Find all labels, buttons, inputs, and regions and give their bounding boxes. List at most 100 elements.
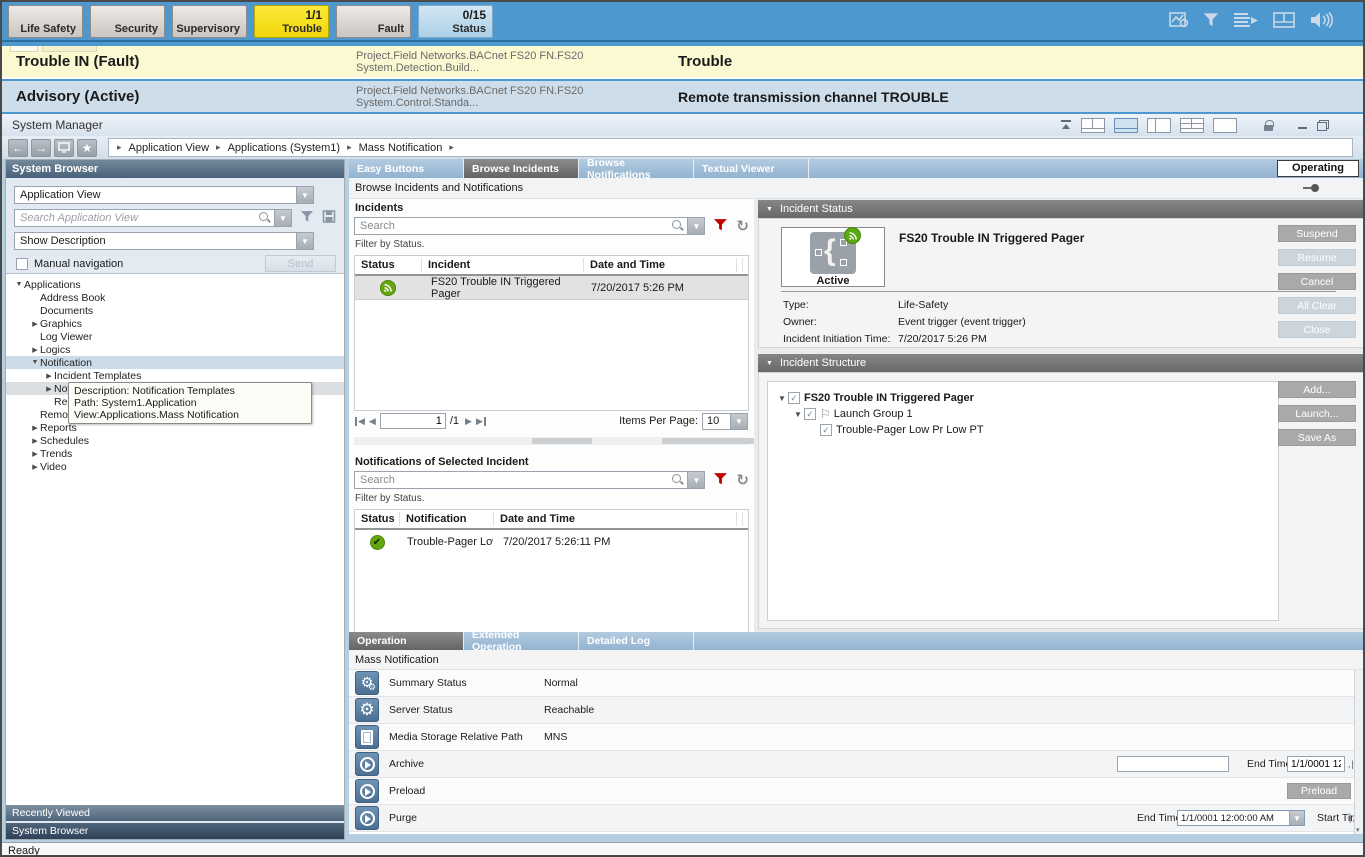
all-clear-button[interactable]: All Clear [1278,297,1356,314]
filter-icon[interactable] [1203,12,1219,28]
launch-button[interactable]: Launch... [1278,405,1356,422]
security-button[interactable]: Security [90,5,165,38]
structure-leaf-item[interactable]: ✓ Trouble-Pager Low Pr Low PT [768,422,1278,438]
collapse-icon[interactable]: ▼ [14,281,24,288]
tab-browse-notifications[interactable]: Browse Notifications [579,159,694,178]
server-status-row[interactable]: ⚙ Server Status Reachable [349,697,1365,724]
filter-icon[interactable] [713,472,728,489]
archive-row[interactable]: Archive End Time ,|, [349,751,1365,778]
save-icon[interactable] [322,210,336,226]
tab-textual-viewer[interactable]: Textual Viewer [694,159,809,178]
chevron-down-icon[interactable]: ▼ [1289,811,1304,825]
forward-button[interactable]: → [31,139,51,157]
breadcrumb-application-view[interactable]: Application View [129,142,210,154]
first-page-icon[interactable]: ◀ [355,416,365,427]
tree-item-notification[interactable]: ▼Notification [6,356,344,369]
tab-extended-operation[interactable]: Extended Operation [464,632,579,650]
collapse-icon[interactable]: ▼ [766,206,773,213]
back-button[interactable]: ← [8,139,28,157]
suspend-button[interactable]: Suspend [1278,225,1356,242]
tree-item-applications[interactable]: ▼Applications [6,278,344,291]
event-row-trouble[interactable]: Trouble IN (Fault) Project.Field Network… [2,46,1363,79]
tab-detailed-log[interactable]: Detailed Log [579,632,694,650]
life-safety-button[interactable]: Life Safety [8,5,83,38]
chevron-down-icon[interactable]: ▼ [687,218,704,234]
notification-row[interactable]: ✔ Trouble-Pager Low Pr 7/20/2017 5:26:11… [355,530,748,554]
incidents-page-input[interactable] [380,413,446,429]
cancel-button[interactable]: Cancel [1278,273,1356,290]
expand-icon[interactable]: ▶ [44,372,54,380]
prev-page-icon[interactable]: ◀ [369,416,376,427]
speaker-icon[interactable] [1309,11,1333,29]
save-as-button[interactable]: Save As [1278,429,1356,446]
layout-icon[interactable] [1273,12,1295,28]
expand-icon[interactable]: ▶ [30,424,40,432]
media-storage-row[interactable]: Media Storage Relative Path MNS [349,724,1365,751]
history-button[interactable] [54,139,74,157]
manual-navigation-checkbox[interactable] [16,258,28,270]
event-row-advisory[interactable]: Advisory (Active) Project.Field Networks… [2,81,1363,112]
checkbox-checked[interactable]: ✓ [804,408,816,420]
incident-status-header[interactable]: ▼Incident Status [758,200,1365,218]
tree-item-incident-templates[interactable]: ▶Incident Templates [6,369,344,382]
layout-preset-3-icon[interactable] [1147,118,1171,133]
minimize-icon[interactable] [1298,120,1308,130]
collapse-icon[interactable]: ▼ [766,360,773,367]
expand-icon[interactable]: ▶ [30,437,40,445]
filter-icon[interactable] [300,210,314,226]
expand-icon[interactable]: ▶ [44,385,54,393]
tree-item-address-book[interactable]: Address Book [6,291,344,304]
system-browser-bar[interactable]: System Browser [6,823,344,839]
incident-structure-header[interactable]: ▼Incident Structure [758,354,1365,372]
column-notification[interactable]: Notification [399,512,493,526]
operating-mode-button[interactable]: Operating [1277,160,1359,177]
tree-item-documents[interactable]: Documents [6,304,344,317]
next-page-icon[interactable]: ▶ [465,416,472,427]
pin-icon[interactable] [1303,184,1319,192]
refresh-icon[interactable]: ↻ [736,473,749,487]
collapse-pane-icon[interactable] [1060,119,1072,131]
layout-preset-4-icon[interactable] [1180,118,1204,133]
chevron-down-icon[interactable]: ▼ [296,233,313,249]
tree-item-video[interactable]: ▶Video [6,460,344,473]
lock-layout-icon[interactable] [1264,120,1273,131]
layout-preset-2-icon[interactable] [1114,118,1138,133]
restore-icon[interactable] [1317,120,1329,131]
breadcrumb-applications[interactable]: Applications (System1) [228,142,341,154]
trend-chart-icon[interactable] [1169,11,1189,29]
tree-item-graphics[interactable]: ▶Graphics [6,317,344,330]
status-button[interactable]: 0/15 Status [418,5,493,38]
preload-row[interactable]: Preload Preload [349,778,1365,805]
chevron-down-icon[interactable]: ▼ [687,472,704,488]
system-browser-header[interactable]: System Browser [6,160,344,178]
column-date-time[interactable]: Date and Time [493,512,643,526]
purge-end-time-select[interactable]: 1/1/0001 12:00:00 AM ▼ [1177,810,1305,826]
refresh-icon[interactable]: ↻ [736,219,749,233]
event-list-icon[interactable] [1233,12,1259,28]
supervisory-button[interactable]: Supervisory [172,5,247,38]
column-status[interactable]: Status [355,512,399,526]
close-button[interactable]: Close [1278,321,1356,338]
vertical-scrollbar[interactable] [1354,670,1363,834]
preload-button[interactable]: Preload [1287,783,1351,799]
chevron-down-icon[interactable]: ▼ [730,414,747,429]
search-icon[interactable] [258,211,272,225]
structure-root-item[interactable]: ▼ ✓ FS20 Trouble IN Triggered Pager [768,390,1278,406]
column-date-time[interactable]: Date and Time [583,258,731,272]
archive-end-time-input[interactable] [1287,756,1345,772]
expand-icon[interactable]: ▶ [30,320,40,328]
incident-row[interactable]: FS20 Trouble IN Triggered Pager 7/20/201… [355,276,748,300]
description-selector[interactable]: Show Description ▼ [14,232,314,250]
collapse-icon[interactable]: ▼ [30,359,40,366]
collapse-icon[interactable]: ▼ [792,410,804,419]
chevron-down-icon[interactable]: ▼ [274,210,291,226]
incidents-search-input[interactable] [355,220,671,232]
search-icon[interactable] [671,219,685,233]
archive-parameter-input[interactable] [1117,756,1229,772]
purge-row[interactable]: Purge End Time 1/1/0001 12:00:00 AM ▼ St… [349,805,1365,832]
last-page-icon[interactable]: ▶ [476,416,486,427]
expand-icon[interactable]: ▶ [30,463,40,471]
checkbox-checked[interactable]: ✓ [788,392,800,404]
summary-status-row[interactable]: ⚙⚙ Summary Status Normal [349,670,1365,697]
chevron-down-icon[interactable]: ▼ [296,187,313,203]
